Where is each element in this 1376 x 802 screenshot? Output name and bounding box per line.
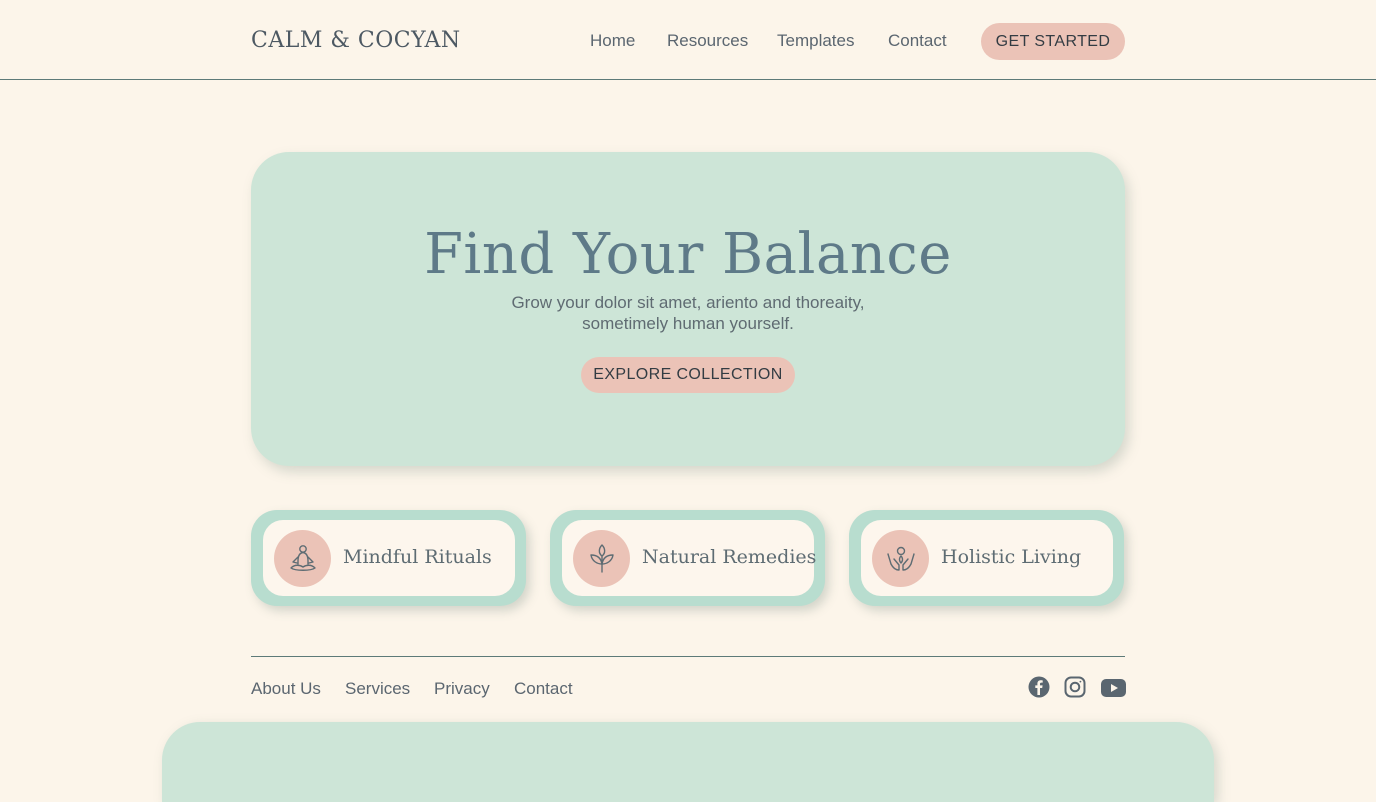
hero-subtitle-line2: sometimely human yourself. <box>582 314 794 333</box>
feature-label: Holistic Living <box>941 546 1082 568</box>
facebook-icon[interactable] <box>1028 676 1050 703</box>
feature-card-holistic-living[interactable]: Holistic Living <box>849 510 1124 606</box>
leaf-icon <box>573 530 630 587</box>
youtube-icon[interactable] <box>1101 679 1126 702</box>
feature-label: Natural Remedies <box>642 546 817 568</box>
hero-subtitle: Grow your dolor sit amet, ariento and th… <box>251 292 1125 334</box>
hands-icon <box>872 530 929 587</box>
nav-contact[interactable]: Contact <box>888 31 947 51</box>
nav-templates[interactable]: Templates <box>777 31 854 51</box>
main-nav: Home Resources Templates Contact <box>0 31 1376 53</box>
footer-divider <box>251 656 1125 657</box>
feature-label: Mindful Rituals <box>343 546 492 568</box>
nav-home[interactable]: Home <box>590 31 635 51</box>
feature-card-natural-remedies[interactable]: Natural Remedies <box>550 510 825 606</box>
hero-subtitle-line1: Grow your dolor sit amet, ariento and th… <box>511 293 865 312</box>
footer-link-contact[interactable]: Contact <box>514 679 573 699</box>
footer-link-services[interactable]: Services <box>345 679 410 699</box>
explore-collection-button[interactable]: EXPLORE COLLECTION <box>581 357 795 393</box>
feature-card-inner: Natural Remedies <box>562 520 817 596</box>
hero-section: Find Your Balance Grow your dolor sit am… <box>251 152 1125 466</box>
feature-card-mindful-rituals[interactable]: Mindful Rituals <box>251 510 526 606</box>
footer-link-privacy[interactable]: Privacy <box>434 679 490 699</box>
feature-card-inner: Holistic Living <box>861 520 1113 596</box>
get-started-button[interactable]: GET STARTED <box>981 23 1125 60</box>
bottom-panel <box>162 722 1214 802</box>
hero-title: Find Your Balance <box>424 222 952 287</box>
feature-card-inner: Mindful Rituals <box>263 520 515 596</box>
meditation-icon <box>274 530 331 587</box>
site-header: CALM & COCYAN Home Resources Templates C… <box>0 0 1376 80</box>
footer-link-about[interactable]: About Us <box>251 679 321 699</box>
instagram-icon[interactable] <box>1064 676 1086 703</box>
nav-resources[interactable]: Resources <box>667 31 748 51</box>
